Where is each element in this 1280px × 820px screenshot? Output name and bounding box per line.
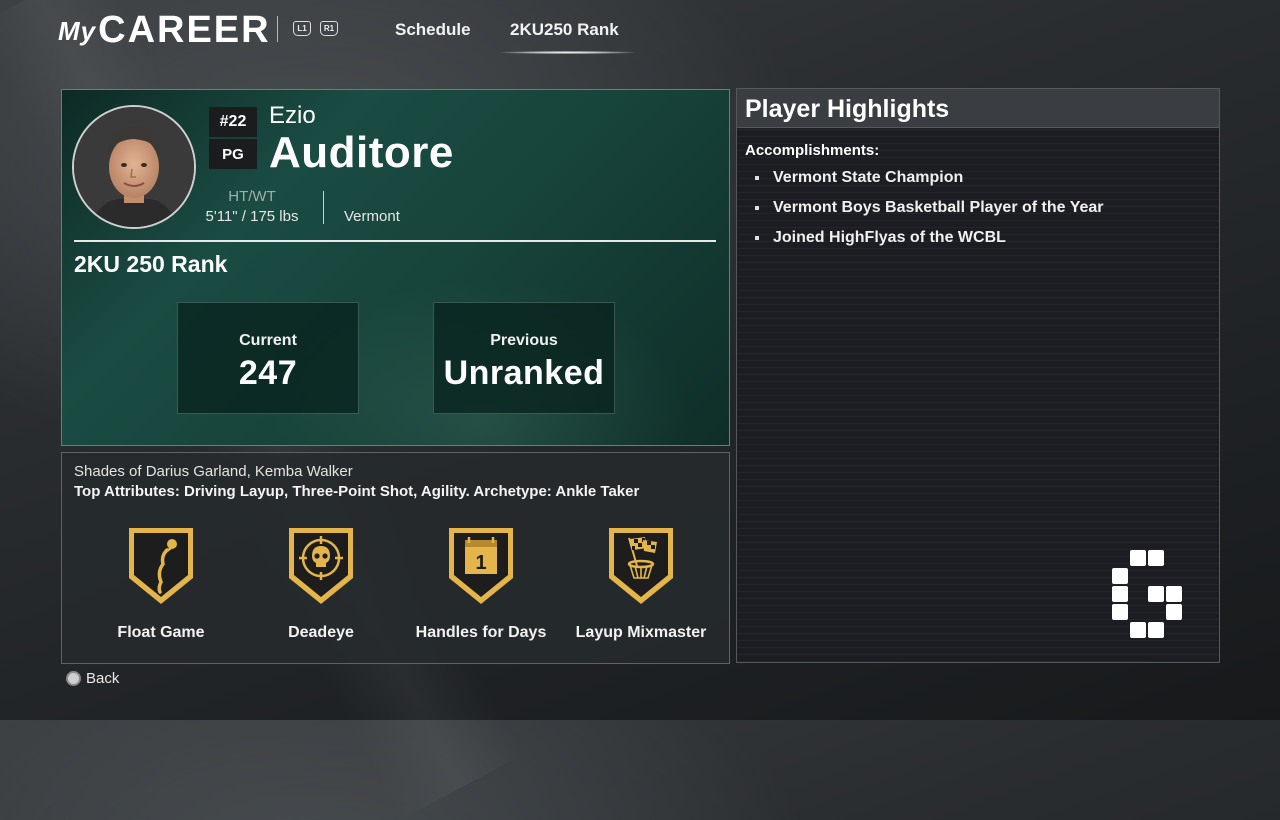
player-highlights-panel: Player Highlights Accomplishments: Vermo… bbox=[736, 88, 1220, 663]
accomplishment-text: Vermont State Champion bbox=[773, 169, 964, 186]
header-divider bbox=[277, 16, 278, 42]
bullet-icon bbox=[755, 176, 759, 180]
r1-bumper-icon[interactable]: R1 bbox=[320, 21, 338, 36]
accomplishment-text: Joined HighFlyas of the WCBL bbox=[773, 229, 1006, 246]
list-item: Vermont State Champion bbox=[753, 169, 1104, 199]
player-avatar bbox=[72, 105, 196, 229]
checkered-flag-hoop-icon bbox=[609, 528, 673, 604]
badges-panel: Shades of Darius Garland, Kemba Walker T… bbox=[61, 452, 730, 664]
badge-deadeye[interactable]: Deadeye bbox=[241, 526, 401, 642]
active-tab-indicator bbox=[500, 51, 635, 54]
info-divider bbox=[323, 191, 324, 224]
badge-name: Deadeye bbox=[288, 624, 354, 641]
list-item: Vermont Boys Basketball Player of the Ye… bbox=[753, 199, 1104, 229]
player-shades: Shades of Darius Garland, Kemba Walker bbox=[74, 463, 353, 480]
previous-rank-value: Unranked bbox=[443, 354, 605, 392]
circle-button-icon bbox=[66, 671, 81, 686]
badge-float-game[interactable]: Float Game bbox=[81, 526, 241, 642]
player-first-name: Ezio bbox=[269, 102, 316, 129]
rank-title: 2KU 250 Rank bbox=[74, 251, 228, 277]
current-rank-value: 247 bbox=[238, 354, 298, 392]
accomplishments-label: Accomplishments: bbox=[745, 142, 880, 159]
current-rank-box: Current 247 bbox=[177, 302, 359, 414]
mycareer-logo: My CAREER bbox=[58, 10, 271, 50]
player-card: #22 PG Ezio Auditore HT/WT 5'11" / 175 l… bbox=[61, 89, 730, 446]
accomplishment-text: Vermont Boys Basketball Player of the Ye… bbox=[773, 199, 1104, 216]
player-hometown: Vermont bbox=[344, 208, 400, 225]
badge-name: Float Game bbox=[117, 624, 205, 641]
htwt-value: 5'11" / 175 lbs bbox=[205, 208, 299, 225]
htwt-label: HT/WT bbox=[228, 188, 276, 205]
accomplishments-list: Vermont State Champion Vermont Boys Bask… bbox=[753, 169, 1104, 259]
previous-rank-label: Previous bbox=[490, 332, 558, 349]
float-game-icon bbox=[129, 528, 193, 604]
previous-rank-box: Previous Unranked bbox=[433, 302, 615, 414]
svg-text:1: 1 bbox=[475, 552, 486, 574]
calendar-icon: 1 bbox=[449, 528, 513, 604]
logo-my-text: My bbox=[58, 16, 97, 46]
highlights-title: Player Highlights bbox=[737, 89, 1219, 128]
badge-handles-for-days[interactable]: 1 Handles for Days bbox=[401, 526, 561, 642]
back-button[interactable]: Back bbox=[66, 670, 119, 687]
tab-schedule[interactable]: Schedule bbox=[395, 18, 471, 42]
tab-2ku250-rank[interactable]: 2KU250 Rank bbox=[510, 18, 619, 42]
card-divider bbox=[74, 240, 716, 242]
logo-career-text: CAREER bbox=[98, 9, 271, 51]
back-label: Back bbox=[86, 670, 120, 687]
player-last-name: Auditore bbox=[269, 128, 454, 177]
badge-name: Layup Mixmaster bbox=[575, 624, 707, 641]
badge-layup-mixmaster[interactable]: Layup Mixmaster bbox=[561, 526, 721, 642]
g-league-logo-icon bbox=[1112, 550, 1182, 638]
bullet-icon bbox=[755, 206, 759, 210]
player-portrait-icon bbox=[74, 107, 194, 227]
top-attributes: Top Attributes: Driving Layup, Three-Poi… bbox=[74, 483, 640, 500]
current-rank-label: Current bbox=[239, 332, 297, 349]
bullet-icon bbox=[755, 236, 759, 240]
l1-bumper-icon[interactable]: L1 bbox=[293, 21, 311, 36]
player-position: PG bbox=[209, 139, 257, 169]
list-item: Joined HighFlyas of the WCBL bbox=[753, 229, 1104, 259]
jersey-number: #22 bbox=[209, 107, 257, 137]
skull-crosshair-icon bbox=[289, 528, 353, 604]
badge-name: Handles for Days bbox=[415, 624, 547, 641]
